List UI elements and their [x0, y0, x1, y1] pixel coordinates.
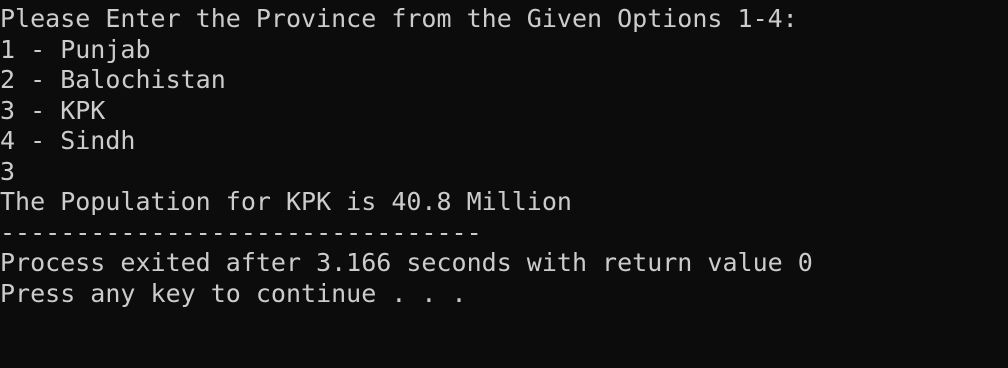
user-input-line: 3 — [0, 156, 16, 186]
prompt-line: Please Enter the Province from the Given… — [0, 4, 798, 33]
continue-prompt-line: Press any key to continue . . . — [0, 278, 467, 308]
process-exit-line: Process exited after 3.166 seconds with … — [0, 248, 813, 277]
result-line: The Population for KPK is 40.8 Million — [0, 187, 572, 216]
option-sindh: 4 - Sindh — [0, 126, 136, 155]
console-window[interactable]: Please Enter the Province from the Given… — [0, 0, 1008, 368]
separator-line: -------------------------------- — [0, 217, 482, 247]
option-punjab: 1 - Punjab — [0, 34, 151, 64]
option-kpk: 3 - KPK — [0, 95, 106, 125]
option-balochistan: 2 - Balochistan — [0, 65, 226, 94]
